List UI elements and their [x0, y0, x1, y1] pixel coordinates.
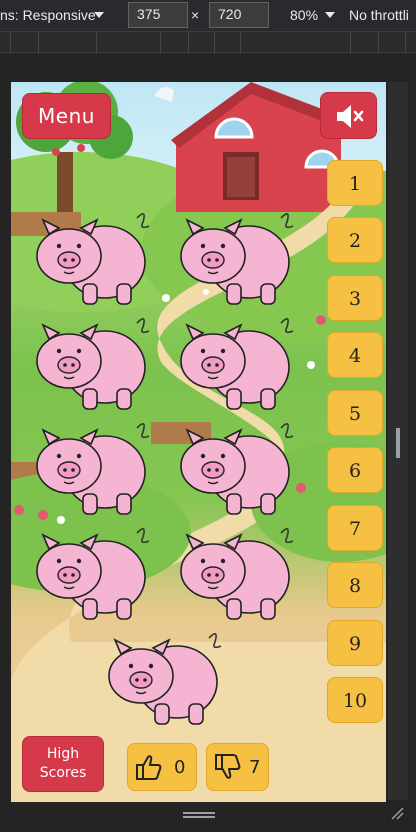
speaker-muted-icon — [337, 105, 364, 128]
viewport-height-input[interactable]: 720 — [209, 2, 269, 28]
number-button-9[interactable]: 9 — [327, 620, 383, 666]
zoom-select[interactable]: 80% — [290, 7, 318, 23]
pig-icon — [180, 528, 294, 620]
high-scores-label-line1: High — [46, 746, 80, 762]
number-button-1[interactable]: 1 — [327, 160, 383, 206]
pig-icon — [180, 318, 294, 410]
pig-icon — [36, 528, 150, 620]
zoom-dropdown-icon[interactable] — [325, 12, 335, 18]
pig-icon — [36, 213, 150, 305]
mute-button[interactable] — [320, 92, 377, 139]
pig-icon — [36, 423, 150, 515]
pig-icon — [36, 318, 150, 410]
dimension-separator: × — [191, 7, 200, 23]
high-scores-label-line2: Scores — [39, 765, 87, 781]
number-button-10[interactable]: 10 — [327, 677, 383, 723]
devtools-toolbar: ns: Responsive 375 × 720 80% No throttli — [0, 0, 416, 31]
pig-icon — [180, 213, 294, 305]
game-viewport: Menu 1 2 3 4 5 6 7 8 9 10 High Scores 0 — [11, 82, 386, 802]
number-button-4[interactable]: 4 — [327, 332, 383, 378]
thumbs-up-icon — [136, 755, 162, 780]
thumbs-up-button[interactable]: 0 — [127, 743, 197, 791]
thumbs-down-button[interactable]: 7 — [206, 743, 269, 791]
menu-button[interactable]: Menu — [22, 93, 111, 139]
number-button-3[interactable]: 3 — [327, 275, 383, 321]
number-button-7[interactable]: 7 — [327, 505, 383, 551]
device-dropdown-icon[interactable] — [94, 12, 104, 18]
number-button-6[interactable]: 6 — [327, 447, 383, 493]
thumbs-down-icon — [215, 754, 241, 779]
high-scores-button[interactable]: High Scores — [22, 736, 104, 792]
thumbs-down-count: 7 — [249, 757, 261, 778]
pig-icon — [180, 423, 294, 515]
number-button-8[interactable]: 8 — [327, 562, 383, 608]
pig-icon — [108, 633, 222, 725]
corner-resize-grip-icon[interactable] — [390, 806, 404, 820]
right-resize-handle[interactable] — [396, 428, 400, 458]
number-button-5[interactable]: 5 — [327, 390, 383, 436]
bottom-resize-handle[interactable] — [183, 812, 215, 818]
device-dimensions-label[interactable]: ns: Responsive — [0, 7, 96, 23]
media-query-bar — [0, 31, 416, 54]
number-button-2[interactable]: 2 — [327, 217, 383, 263]
thumbs-up-count: 0 — [174, 757, 186, 778]
viewport-width-input[interactable]: 375 — [128, 2, 188, 28]
throttling-select[interactable]: No throttli — [349, 7, 409, 23]
